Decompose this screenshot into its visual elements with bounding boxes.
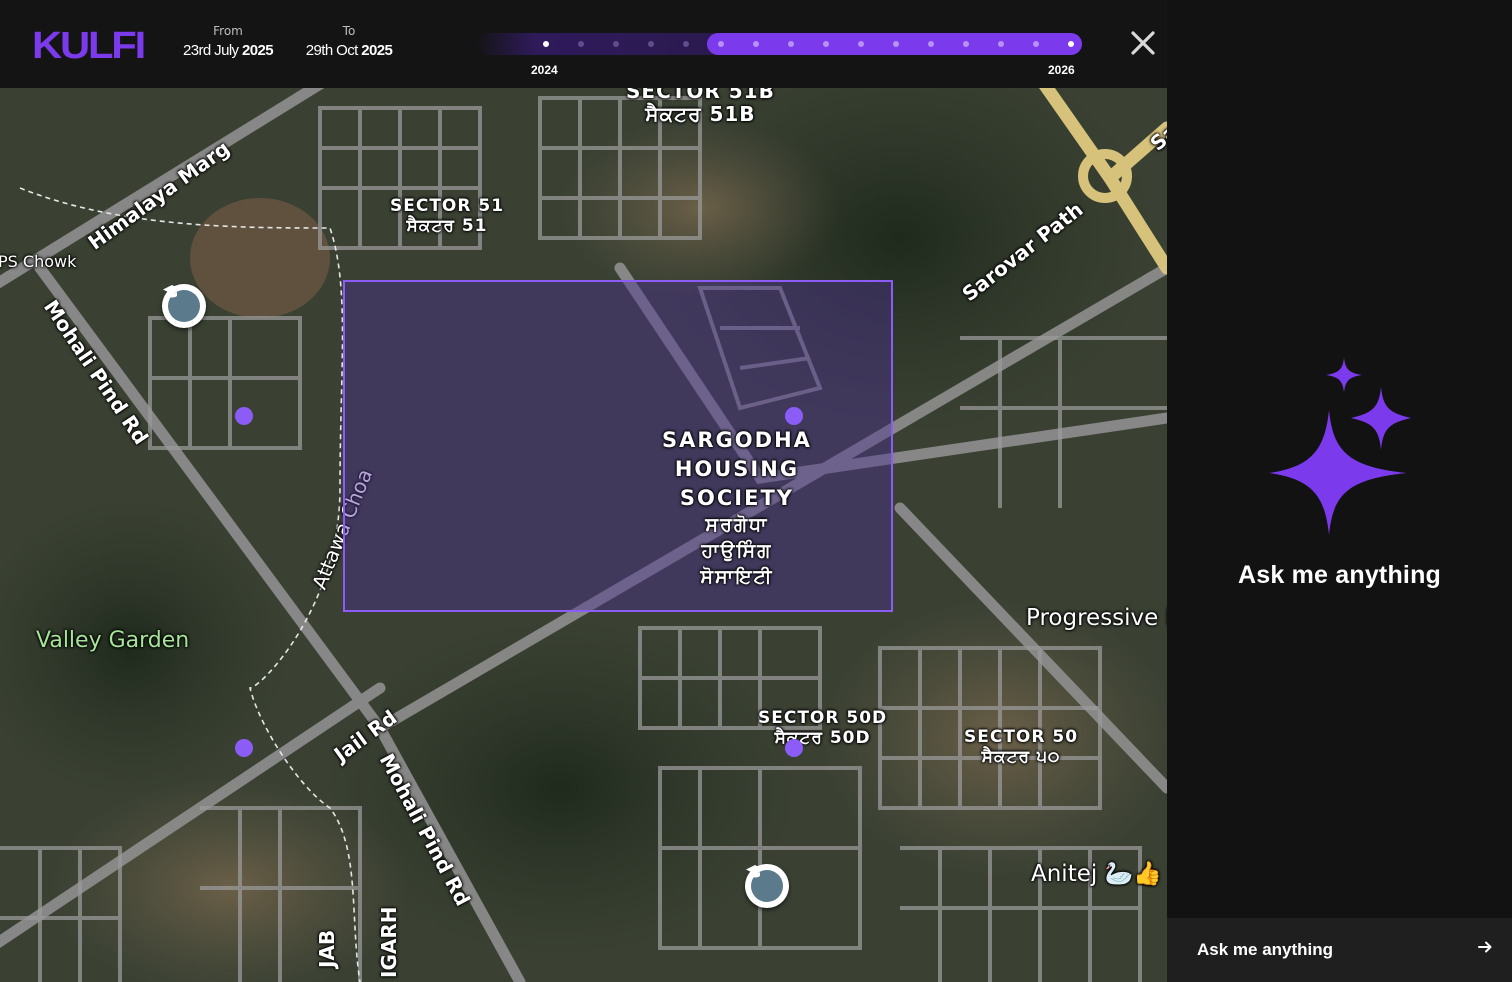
chat-panel: Ask me anything	[1167, 0, 1512, 982]
timeline-tick[interactable]	[648, 41, 654, 47]
label-sector-50d-en: SECTOR 50D	[758, 708, 888, 728]
timeline-tick[interactable]	[683, 41, 689, 47]
timeline-tick[interactable]	[753, 41, 759, 47]
timeline-tick[interactable]	[858, 41, 864, 47]
school-marker[interactable]	[745, 864, 789, 908]
from-label: From	[213, 24, 243, 38]
label-ps-chowk: PS Chowk	[0, 252, 77, 271]
label-igarh-partial: IGARH	[377, 906, 401, 978]
app-root: KULFI From 23rd July 2025 To 29th Oct 20…	[0, 0, 1512, 982]
label-sector-51b: SECTOR 51B ਸੈਕਟਰ 51B	[626, 88, 775, 126]
timeline-tick[interactable]	[788, 41, 794, 47]
timeline-tick[interactable]	[578, 41, 584, 47]
to-label: To	[342, 24, 356, 38]
label-sector-50d-pa: ਸੈਕਟਰ 50D	[774, 727, 871, 748]
label-anitej: Anitej 🦢👍	[1031, 861, 1162, 887]
timeline-end-year: 2026	[1048, 63, 1075, 77]
timeline-tick[interactable]	[613, 41, 619, 47]
school-marker[interactable]	[162, 284, 206, 328]
satellite-map[interactable]: SECTOR 51B ਸੈਕਟਰ 51B SECTOR 51 ਸੈਕਟਰ 51 …	[0, 88, 1167, 982]
arrow-right-icon	[1478, 941, 1492, 953]
label-sector-51-pa: ਸੈਕਟਰ 51	[406, 215, 488, 236]
chat-input[interactable]	[1197, 936, 1457, 964]
label-sargodha-pa-3: ਸੋਸਾਇਟੀ	[700, 566, 774, 589]
chat-input-bar	[1167, 918, 1512, 982]
from-date[interactable]: From 23rd July 2025	[178, 24, 278, 59]
label-jab-partial: JAB	[315, 929, 339, 968]
label-sector-50-en: SECTOR 50	[964, 727, 1079, 747]
to-value: 29th Oct 2025	[305, 42, 393, 59]
to-date[interactable]: To 29th Oct 2025	[300, 24, 398, 59]
timeline-tick[interactable]	[928, 41, 934, 47]
location-pin[interactable]	[235, 739, 253, 757]
label-progressive: Progressive I	[1026, 605, 1167, 631]
label-sector-50d: SECTOR 50D ਸੈਕਟਰ 50D	[758, 708, 888, 748]
send-button[interactable]	[1473, 938, 1497, 962]
label-sector-50-pa: ਸੈਕਟਰ ੫੦	[981, 746, 1061, 767]
timeline-tick[interactable]	[823, 41, 829, 47]
label-sargodha-line-3: SOCIETY	[679, 485, 794, 510]
kulfi-logo[interactable]: KULFI	[32, 26, 146, 66]
label-sector-50: SECTOR 50 ਸੈਕਟਰ ੫੦	[964, 727, 1079, 767]
timeline-tick[interactable]	[998, 41, 1004, 47]
graduation-cap-icon	[163, 285, 200, 322]
from-value: 23rd July 2025	[182, 42, 274, 59]
location-pin[interactable]	[785, 739, 803, 757]
graduation-cap-icon	[746, 865, 783, 902]
label-sector-51: SECTOR 51 ਸੈਕਟਰ 51	[390, 196, 505, 236]
label-sector-51b-en: SECTOR 51B	[626, 88, 775, 103]
timeline-slider[interactable]	[476, 33, 1082, 55]
timeline-tick[interactable]	[1068, 41, 1074, 47]
label-sector-51b-pa: ਸੈਕਟਰ 51B	[645, 102, 756, 126]
close-button[interactable]	[1128, 28, 1158, 58]
chat-title: Ask me anything	[1237, 561, 1442, 589]
timeline-tick[interactable]	[718, 41, 724, 47]
timeline-tick[interactable]	[1033, 41, 1039, 47]
label-sector-51-en: SECTOR 51	[390, 196, 505, 216]
label-sargodha-pa-2: ਹਾਉਸਿੰਗ	[701, 540, 773, 563]
timeline-start-year: 2024	[531, 63, 558, 77]
label-sargodha-housing-society: SARGODHA HOUSING SOCIETY ਸਰਗੋਧਾ ਹਾਉਸਿੰਗ …	[662, 426, 812, 590]
label-sargodha-line-1: SARGODHA	[662, 428, 812, 452]
location-pin[interactable]	[235, 407, 253, 425]
sparkles-icon	[1267, 355, 1413, 539]
timeline-tick[interactable]	[963, 41, 969, 47]
close-icon	[1131, 31, 1155, 55]
location-pin[interactable]	[785, 407, 803, 425]
timeline-tick[interactable]	[543, 41, 549, 47]
label-valley-garden: Valley Garden	[36, 628, 190, 653]
timeline-tick[interactable]	[893, 41, 899, 47]
top-bar: KULFI From 23rd July 2025 To 29th Oct 20…	[0, 0, 1167, 88]
label-sargodha-pa-1: ਸਰਗੋਧਾ	[705, 514, 769, 537]
label-sargodha-line-2: HOUSING	[674, 456, 800, 481]
